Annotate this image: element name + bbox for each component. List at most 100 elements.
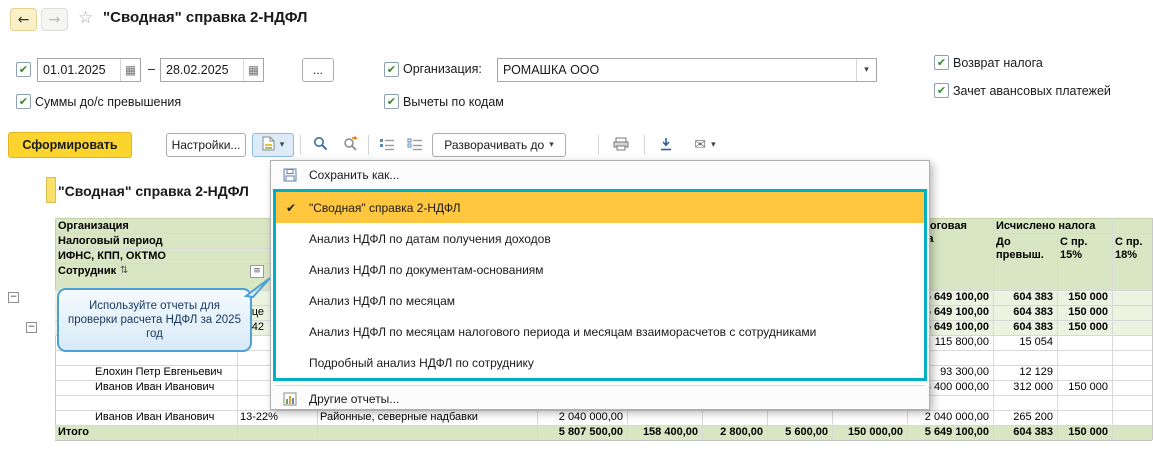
period-more-button[interactable]: ... [302,58,334,82]
cell-employee-name: Елохин Петр Евгеньевич [95,366,223,378]
report-variant-button[interactable]: ▾ [252,133,294,157]
cell-rate-15: 150 000 [1068,291,1108,303]
cell-income-type: Районные, северные надбавки [320,411,478,423]
cell-before-excess: 604 383 [1013,306,1053,318]
page-title: "Сводная" справка 2-НДФЛ [103,9,308,26]
excess-sums-checkbox[interactable]: ✔ [16,94,31,109]
callout-tail [243,276,272,303]
gridline-v [1057,218,1058,290]
cell-before-excess: 312 000 [1013,381,1053,393]
total-deduction-1: 158 400,00 [642,426,698,438]
check-icon: ✔ [386,63,397,76]
tree-collapse-box[interactable]: − [8,292,19,303]
calendar-icon[interactable]: ▦ [120,59,140,81]
check-icon: ✔ [18,95,29,108]
generate-button[interactable]: Сформировать [8,132,132,158]
expand-to-button[interactable]: Разворачивать до ▾ [432,133,566,157]
selected-cell-marker [46,177,56,203]
header-tax-period: Налоговый период [58,235,163,247]
expand-groups-icon [407,137,423,154]
tree-collapse-box[interactable]: − [26,322,37,333]
cell-rate-15: 150 000 [1068,306,1108,318]
deduction-codes-label: Вычеты по кодам [403,95,504,109]
menu-item-other-reports[interactable]: Другие отчеты... [271,387,929,411]
date-range-dash: – [148,62,155,76]
period-checkbox[interactable]: ✔ [16,62,31,77]
header-rate-15: С пр. 15% [1060,236,1088,261]
chevron-down-icon[interactable]: ▾ [856,59,876,81]
gridline-v [993,218,994,290]
print-button[interactable] [606,133,636,157]
check-icon: ✔ [18,63,29,76]
total-deduction-3: 5 600,00 [785,426,828,438]
collapse-groups-button[interactable] [374,133,400,157]
check-icon: ✔ [936,84,947,97]
save-file-button[interactable] [652,133,680,157]
other-reports-icon [283,392,297,406]
organization-checkbox[interactable]: ✔ [384,62,399,77]
date-from-field[interactable]: 01.01.2025 ▦ [37,58,141,82]
find-button[interactable] [306,133,334,157]
back-button[interactable]: ← [10,8,37,31]
organization-combobox[interactable]: РОМАШКА ООО ▾ [497,58,877,82]
header-calculated-tax: Исчислено налога [996,220,1096,232]
cell-before-excess: 265 200 [1013,411,1053,423]
back-icon: ← [17,11,30,28]
send-mail-button[interactable]: ✉ ▾ [684,133,726,157]
cell-before-excess: 12 129 [1019,366,1053,378]
excess-sums-label: Суммы до/с превышения [35,95,182,109]
expand-groups-button[interactable] [402,133,428,157]
menu-item-save-as[interactable]: Сохранить как... [271,163,929,187]
toolbar-separator [598,135,599,155]
menu-item-variant[interactable]: Анализ НДФЛ по датам получения доходов [276,223,924,254]
download-icon [659,137,673,154]
more-label: ... [312,63,323,77]
tax-refund-checkbox[interactable]: ✔ [934,55,949,70]
report-variant-menu: Сохранить как... ✔ "Сводная" справка 2-Н… [270,160,930,410]
save-as-icon [283,168,297,182]
find-next-button[interactable] [336,133,364,157]
variant-label: Анализ НДФЛ по месяцам [309,293,456,308]
header-rate-18: С пр. 18% [1115,236,1143,261]
settings-label: Настройки... [171,138,241,152]
menu-item-variant[interactable]: Анализ НДФЛ по месяцам налогового период… [276,316,924,347]
search-next-icon [343,136,358,154]
variant-label: "Сводная" справка 2-НДФЛ [309,200,461,215]
menu-item-variant[interactable]: Анализ НДФЛ по месяцам [276,285,924,316]
variant-highlight-frame: ✔ "Сводная" справка 2-НДФЛ Анализ НДФЛ п… [273,189,927,381]
advance-offset-checkbox[interactable]: ✔ [934,83,949,98]
menu-item-variant[interactable]: Анализ НДФЛ по документам-основаниям [276,254,924,285]
generate-label: Сформировать [22,138,118,152]
hint-callout-text: Используйте отчеты для проверки расчета … [68,300,241,340]
variant-label: Подробный анализ НДФЛ по сотруднику [309,355,534,370]
menu-item-variant-current[interactable]: ✔ "Сводная" справка 2-НДФЛ [276,192,924,223]
toolbar-separator [368,135,369,155]
envelope-icon: ✉ [694,137,707,153]
collapse-groups-icon [379,137,395,154]
forward-button[interactable]: → [41,8,68,31]
settings-button[interactable]: Настройки... [166,133,246,157]
report-title: "Сводная" справка 2-НДФЛ [58,183,249,199]
calendar-icon[interactable]: ▦ [243,59,263,81]
sort-icon[interactable]: ⇅ [120,265,128,276]
cell-employee-name: Иванов Иван Иванович [95,381,215,393]
total-deduction-4: 150 000,00 [847,426,903,438]
cell-tax-rate: 13-22% [240,411,278,423]
variant-label: Анализ НДФЛ по документам-основаниям [309,262,544,277]
toolbar-separator [644,135,645,155]
date-to-field[interactable]: 28.02.2025 ▦ [160,58,264,82]
search-icon [313,136,328,154]
check-icon: ✔ [936,56,947,69]
chevron-down-icon: ▾ [279,140,285,150]
deduction-codes-checkbox[interactable]: ✔ [384,94,399,109]
favorite-star-icon[interactable]: ☆ [78,8,93,28]
tax-refund-label: Возврат налога [953,56,1043,70]
menu-item-variant[interactable]: Подробный анализ НДФЛ по сотруднику [276,347,924,378]
organization-label: Организация: [403,62,482,76]
header-organization: Организация [58,220,129,232]
total-tax-base: 5 649 100,00 [924,426,989,438]
cell-tax-base: 2 040 000,00 [924,411,989,423]
cell-rate-15: 150 000 [1068,321,1108,333]
date-from-value: 01.01.2025 [43,63,106,77]
gridline-v [1112,290,1113,440]
